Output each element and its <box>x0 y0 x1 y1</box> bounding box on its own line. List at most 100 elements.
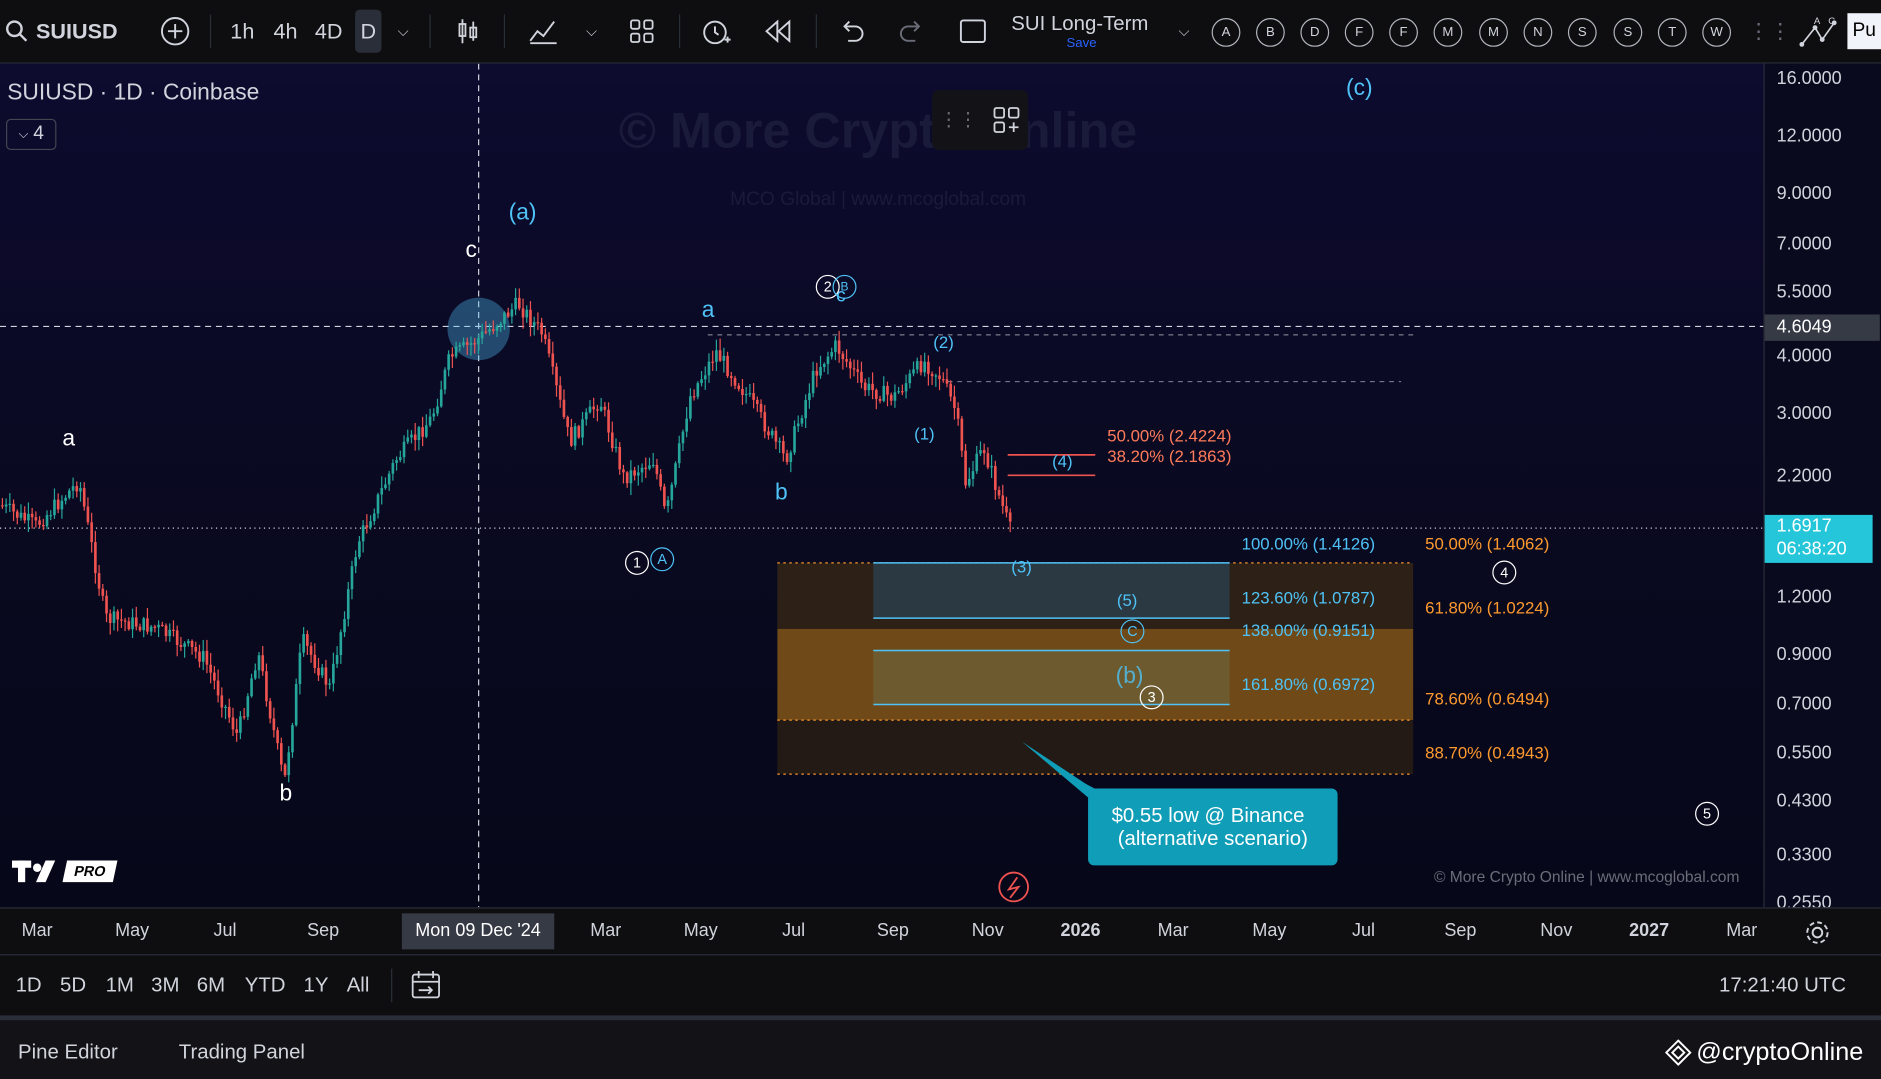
range-1d[interactable]: 1D <box>16 973 42 997</box>
candle-body <box>56 499 60 510</box>
wave-label-4: (4) <box>1052 451 1073 471</box>
candle-body <box>71 486 75 491</box>
callout-line-1: $0.55 low @ Binance <box>1112 805 1305 827</box>
range-all[interactable]: All <box>347 973 370 997</box>
indicators-button[interactable] <box>523 0 564 62</box>
symbol-search[interactable]: SUIUSD <box>0 0 149 62</box>
range-6m[interactable]: 6M <box>197 973 225 997</box>
redo-button[interactable] <box>893 0 931 62</box>
candle-body <box>190 640 194 648</box>
alpha-button-b[interactable]: B <box>1256 18 1285 47</box>
layout-name[interactable]: SUI Long-Term <box>1011 12 1148 36</box>
wave-label-b-mid: b <box>774 480 788 506</box>
interval-1h[interactable]: 1h <box>223 0 261 62</box>
price-tick: 0.7000 <box>1776 693 1832 715</box>
alpha-button-m2[interactable]: M <box>1479 18 1508 47</box>
lightning-icon[interactable] <box>998 871 1029 903</box>
time-tick: Nov <box>971 920 1004 941</box>
drawing-tool-button[interactable]: AC <box>1796 0 1844 62</box>
time-scale[interactable]: Mar May Jul Sep Mon 09 Dec '24 Mar May J… <box>0 907 1881 955</box>
candle-body <box>986 453 990 468</box>
candle-body <box>517 297 521 309</box>
alpha-button-s2[interactable]: S <box>1613 18 1643 47</box>
range-1y[interactable]: 1Y <box>304 973 329 997</box>
fib-orange-887: 88.70% (0.4943) <box>1425 742 1550 763</box>
candle-body <box>651 464 655 467</box>
candle-body <box>376 494 380 514</box>
candle-body <box>901 391 904 393</box>
diamond-logo-icon <box>1665 1039 1692 1066</box>
alpha-button-n[interactable]: N <box>1523 18 1553 47</box>
legend-title[interactable]: SUIUSD · 1D · Coinbase <box>7 80 259 106</box>
alpha-button-m1[interactable]: M <box>1433 18 1463 47</box>
chevron-down-icon: ⌵ <box>397 22 409 40</box>
time-tick: May <box>115 920 150 941</box>
alpha-button-f2[interactable]: F <box>1389 18 1418 47</box>
range-1m[interactable]: 1M <box>106 973 134 997</box>
indicators-toggle[interactable]: ⌵ 4 <box>5 118 57 151</box>
candle-body <box>283 764 287 776</box>
wave-badge-1: 1 <box>625 550 649 575</box>
candle-body <box>584 412 588 420</box>
candle-body <box>12 503 15 512</box>
replay-button[interactable] <box>758 0 799 62</box>
range-ytd[interactable]: YTD <box>245 973 286 997</box>
alpha-button-w[interactable]: W <box>1702 18 1732 47</box>
candle-body <box>105 595 108 614</box>
candle-body <box>387 473 391 485</box>
wave-pattern-icon: AC <box>1799 16 1837 47</box>
candle-body <box>622 469 625 473</box>
time-tick: Sep <box>876 920 909 941</box>
price-chart[interactable]: © More Crypto Online MCO Global | www.mc… <box>0 63 1764 908</box>
alpha-button-s1[interactable]: S <box>1567 18 1597 47</box>
layout-dropdown[interactable]: ⌵ <box>1172 0 1196 62</box>
candle-body <box>134 617 138 627</box>
alpha-button-a[interactable]: A <box>1211 18 1241 47</box>
chart-pane[interactable]: © More Crypto Online MCO Global | www.mc… <box>0 63 1764 908</box>
publish-button[interactable]: Pu <box>1847 13 1881 50</box>
floating-toolbar[interactable]: ⋮⋮ <box>932 90 1029 151</box>
candle-body <box>205 650 209 665</box>
candle-body <box>793 426 796 453</box>
goto-date-button[interactable] <box>410 970 441 1007</box>
alpha-button-d[interactable]: D <box>1300 18 1330 47</box>
candle-body <box>979 450 982 454</box>
wave-label-a-left: a <box>62 426 76 452</box>
candle-body <box>253 670 257 679</box>
candle-body <box>231 717 235 730</box>
range-5d[interactable]: 5D <box>60 973 86 997</box>
candle-body <box>592 406 596 410</box>
candle-body <box>934 375 938 377</box>
candle-body <box>811 370 815 394</box>
grid-add-icon[interactable] <box>992 106 1021 135</box>
price-tick: 1.2000 <box>1776 586 1832 608</box>
interval-1d[interactable]: D <box>355 9 382 53</box>
templates-button[interactable] <box>621 0 662 62</box>
candle-body <box>726 355 729 377</box>
alert-button[interactable] <box>696 0 737 62</box>
candle-body <box>729 376 733 379</box>
indicators-dropdown[interactable]: ⌵ <box>579 0 603 62</box>
candle-body <box>830 352 834 357</box>
tab-pine-editor[interactable]: Pine Editor <box>18 1041 118 1065</box>
price-scale[interactable]: 16.0000 12.0000 9.0000 7.0000 5.5000 4.0… <box>1763 63 1881 908</box>
drag-handle-icon[interactable]: ⋮⋮ <box>939 108 977 132</box>
chart-type-button[interactable] <box>449 0 487 62</box>
candle-body <box>454 346 458 357</box>
alpha-button-f1[interactable]: F <box>1344 18 1374 47</box>
candle-body <box>4 504 8 507</box>
chart-settings-button[interactable] <box>1804 919 1830 951</box>
compare-add-button[interactable] <box>156 0 194 62</box>
range-3m[interactable]: 3M <box>151 973 179 997</box>
fullscreen-button[interactable] <box>955 0 991 62</box>
clock-utc[interactable]: 17:21:40 UTC <box>1719 973 1846 997</box>
tab-trading-panel[interactable]: Trading Panel <box>179 1041 305 1065</box>
drag-handle-icon[interactable]: ⋮⋮ <box>1748 0 1791 62</box>
undo-button[interactable] <box>833 0 871 62</box>
interval-4d[interactable]: 4D <box>310 0 348 62</box>
alpha-button-t[interactable]: T <box>1657 18 1687 47</box>
price-tick: 5.5000 <box>1776 282 1832 303</box>
interval-dropdown[interactable]: ⌵ <box>391 0 415 62</box>
layout-save-status[interactable]: Save <box>1066 36 1096 50</box>
interval-4h[interactable]: 4h <box>266 0 304 62</box>
